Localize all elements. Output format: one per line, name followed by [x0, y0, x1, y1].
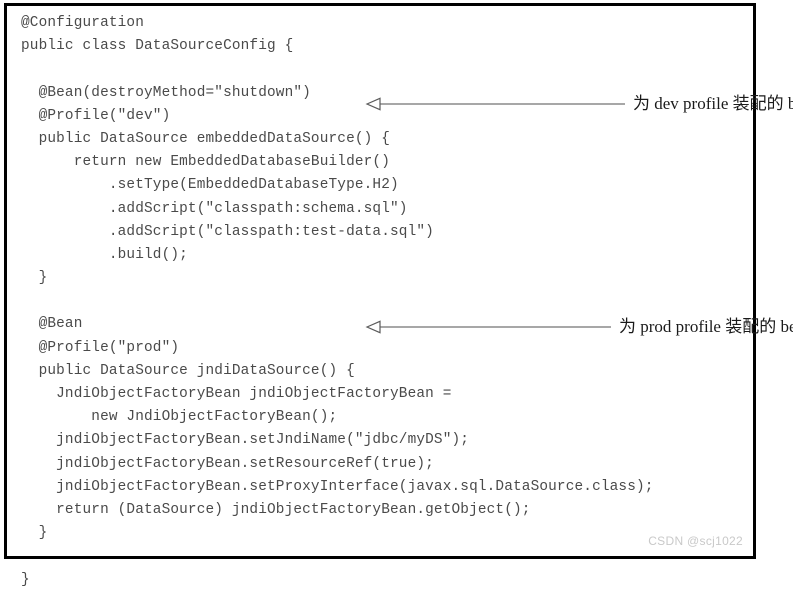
- code-line: }: [21, 525, 48, 542]
- code-line: jndiObjectFactoryBean.setResourceRef(tru…: [21, 455, 434, 472]
- code-line: @Profile("prod"): [21, 339, 180, 356]
- code-line: JndiObjectFactoryBean jndiObjectFactoryB…: [21, 386, 452, 402]
- code-line: }: [21, 571, 30, 588]
- annotation-label-prod: 为 prod profile 装配的 bean: [619, 317, 793, 336]
- code-line: .build();: [21, 246, 188, 263]
- code-line: public DataSource jndiDataSource() {: [21, 362, 355, 379]
- code-line: jndiObjectFactoryBean.setProxyInterface(…: [21, 478, 654, 495]
- watermark: CSDN @scj1022: [648, 534, 743, 548]
- code-line: return new EmbeddedDatabaseBuilder(): [21, 154, 391, 171]
- code-line: .setType(EmbeddedDatabaseType.H2): [21, 177, 399, 194]
- left-arrow-icon: [365, 320, 611, 334]
- code-figure: @Configuration public class DataSourceCon…: [0, 0, 793, 588]
- code-line: }: [21, 270, 48, 287]
- code-listing-border-box: @Configuration public class DataSourceCon…: [4, 3, 793, 588]
- code-line: new JndiObjectFactoryBean();: [21, 409, 338, 426]
- code-line: @Configuration: [21, 15, 145, 31]
- code-line: return (DataSource) jndiObjectFactoryBea…: [21, 501, 531, 518]
- code-line: .addScript("classpath:test-data.sql"): [21, 223, 434, 240]
- code-line: .addScript("classpath:schema.sql"): [21, 200, 408, 217]
- annotation-callout-prod: 为 prod profile 装配的 bean: [365, 317, 793, 337]
- annotation-label-dev: 为 dev profile 装配的 bean: [633, 94, 793, 113]
- code-line: jndiObjectFactoryBean.setJndiName("jdbc/…: [21, 432, 470, 449]
- left-arrow-icon: [365, 97, 625, 111]
- code-line: public DataSource embeddedDataSource() {: [21, 130, 391, 147]
- code-line: public class DataSourceConfig {: [21, 38, 294, 55]
- annotation-callout-dev: 为 dev profile 装配的 bean: [365, 94, 793, 114]
